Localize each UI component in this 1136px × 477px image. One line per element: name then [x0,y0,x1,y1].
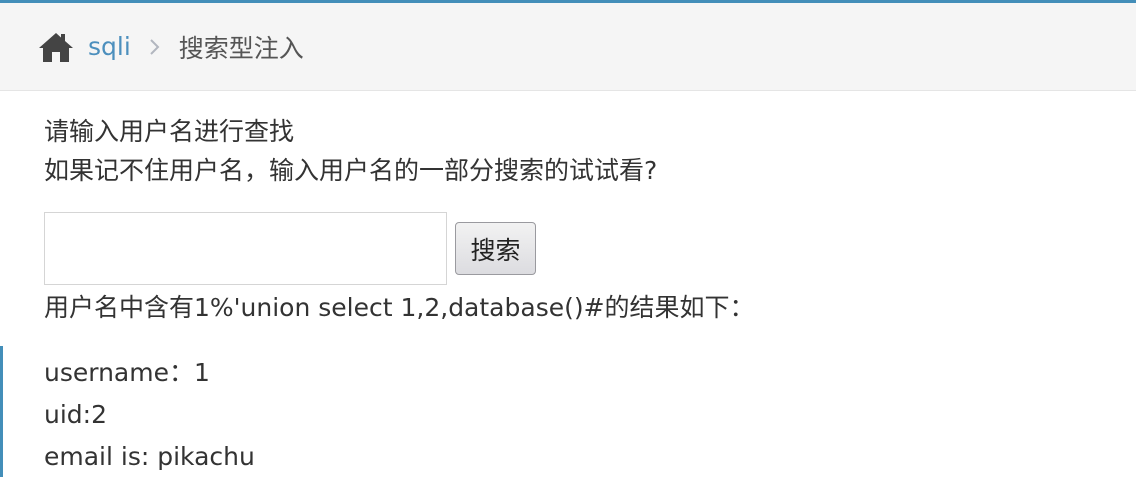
home-icon[interactable] [38,30,76,64]
left-accent-bar [0,346,3,477]
instruction-line-2: 如果记不住用户名，输入用户名的一部分搜索的试试看? [44,156,658,185]
chevron-right-icon [149,38,161,56]
search-button[interactable]: 搜索 [455,222,536,275]
breadcrumb-current-page: 搜索型注入 [178,33,304,63]
username-search-input[interactable] [44,212,447,285]
result-uid: uid:2 [44,400,107,429]
breadcrumb: sqli 搜索型注入 [0,3,1136,91]
result-username: username：1 [44,358,210,387]
search-form: 搜索 [44,212,536,285]
instruction-line-1: 请输入用户名进行查找 [44,117,295,146]
result-list: username：1 uid:2 email is: pikachu [44,352,255,477]
breadcrumb-sqli-link[interactable]: sqli [88,32,131,61]
search-instructions: 请输入用户名进行查找 如果记不住用户名，输入用户名的一部分搜索的试试看? [44,112,1104,190]
result-email: email is: pikachu [44,442,255,471]
result-heading: 用户名中含有1%'union select 1,2,database()#的结果… [44,293,755,322]
